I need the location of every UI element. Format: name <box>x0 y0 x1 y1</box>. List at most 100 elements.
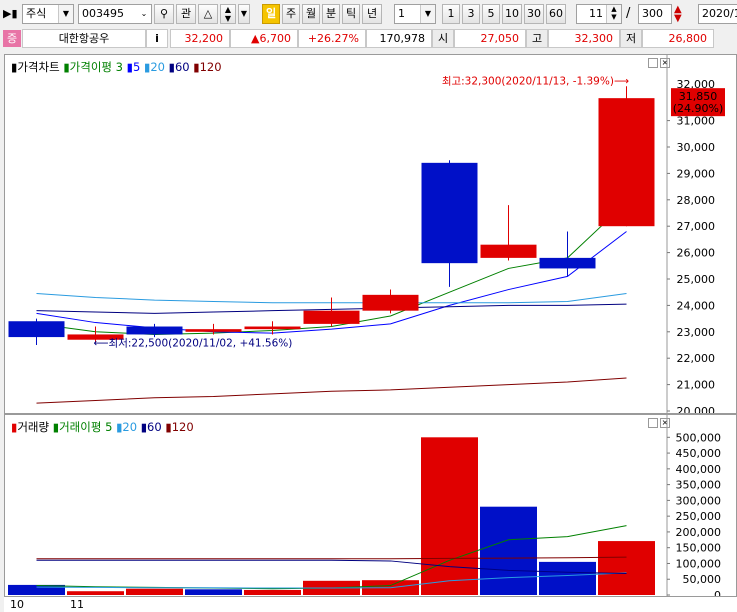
volume-bar <box>67 591 124 595</box>
volume-chart: 500,000 450,000 400,000 350,000 300,000 250,0… <box>8 415 722 596</box>
y-tick-label: 400,000 <box>676 463 722 476</box>
y-tick-label: 25,000 <box>677 273 716 286</box>
x-axis: 10 11 <box>4 597 737 612</box>
search-button[interactable]: ⚲ <box>154 4 174 24</box>
period-week-label: 주 <box>285 7 297 20</box>
candle-body <box>421 162 478 264</box>
period-month-button[interactable]: 월 <box>302 4 320 24</box>
interval-1-label: 1 <box>447 7 455 20</box>
date-input[interactable]: 2020/1 <box>698 4 737 24</box>
period-minute-label: 분 <box>325 7 337 20</box>
watch-button[interactable]: 관 <box>176 4 196 24</box>
interval-60-button[interactable]: 60 <box>546 4 566 24</box>
spin-arrows-icon[interactable]: ▲ ▼ <box>606 5 621 23</box>
interval-30-button[interactable]: 30 <box>524 4 544 24</box>
y-tick-label: 50,000 <box>683 573 722 586</box>
market-label: 주식 <box>26 7 47 20</box>
interval-value: 1 <box>398 7 405 20</box>
y-tick-label: 450,000 <box>676 447 722 460</box>
y-tick-label: 250,000 <box>676 510 722 523</box>
y-tick-label: 27,000 <box>677 220 716 233</box>
history-dropdown[interactable]: ▼ <box>238 4 250 24</box>
x-label-11: 11 <box>70 598 84 611</box>
price-chart: 31,000 30,000 29,000 28,000 27,000 26,000 25,0… <box>8 55 725 413</box>
period-month-label: 월 <box>305 7 317 20</box>
period-week-button[interactable]: 주 <box>282 4 300 24</box>
market-select[interactable]: 주식 ▼ <box>22 4 74 24</box>
interval-10-label: 10 <box>505 7 519 20</box>
interval-3-label: 3 <box>467 7 475 20</box>
y-tick-label: 0 <box>714 589 721 596</box>
candle-body <box>539 257 596 269</box>
y-tick-label: 23,000 <box>677 326 716 339</box>
x-label-10: 10 <box>10 598 24 611</box>
y-tick-label: 500,000 <box>676 431 722 444</box>
interval-30-label: 30 <box>527 7 541 20</box>
period-tick-label: 틱 <box>345 7 357 20</box>
chevron-down-icon[interactable]: ▼ <box>420 5 435 23</box>
high-price: 32,300 <box>548 29 620 48</box>
interval-5-label: 5 <box>487 7 495 20</box>
period-year-button[interactable]: 년 <box>362 4 382 24</box>
grid-settings-icon[interactable]: ▲ ▼ <box>674 5 690 24</box>
interval-1-button[interactable]: 1 <box>442 4 460 24</box>
current-price: 32,200 <box>170 29 230 48</box>
chart-toolbar: ▶▮ 주식 ▼ 003495 ⌄ ⚲ 관 △ ▲ ▼ ▼ 일 주 월 분 틱 년 … <box>0 0 737 28</box>
interval-3-button[interactable]: 3 <box>462 4 480 24</box>
interval-60-label: 60 <box>549 7 563 20</box>
period-day-button[interactable]: 일 <box>262 4 280 24</box>
volume-value: 170,978 <box>366 29 432 48</box>
change-percent: +26.27% <box>298 29 366 48</box>
volume-bar <box>539 561 596 595</box>
open-price: 27,050 <box>454 29 526 48</box>
y-tick-label: 20,000 <box>677 405 716 413</box>
candle-body <box>185 329 242 332</box>
watch-label: 관 <box>180 7 192 20</box>
count-value: 11 <box>589 7 603 20</box>
y-tick-label: 300,000 <box>676 494 722 507</box>
y-tick-label: 28,000 <box>677 194 716 207</box>
interval-5-button[interactable]: 5 <box>482 4 500 24</box>
low-annotation: ⟵최저:22,500(2020/11/02, +41.56%) <box>94 337 293 349</box>
high-annotation: 최고:32,300(2020/11/13, -1.39%)⟶ <box>442 75 629 87</box>
candle-body <box>303 310 360 324</box>
volume-bar <box>480 506 537 595</box>
price-chart-panel[interactable]: ▮가격차트 ▮가격이평 3 ▮5 ▮20 ▮60 ▮120 × 31,000 30… <box>4 54 737 414</box>
y-tick-label: 21,000 <box>677 379 716 392</box>
chevron-down-icon[interactable]: ▼ <box>58 5 73 23</box>
total-count-input[interactable]: 300 <box>638 4 672 24</box>
volume-bar <box>244 589 301 595</box>
low-price: 26,800 <box>642 29 714 48</box>
volume-bar <box>598 541 655 595</box>
ma-line-120 <box>36 377 627 404</box>
info-button[interactable]: i <box>146 29 168 48</box>
interval-10-button[interactable]: 10 <box>502 4 522 24</box>
price-change: ▲6,700 <box>230 29 298 48</box>
y-tick-label: 200,000 <box>676 526 722 539</box>
total-count-value: 300 <box>642 7 663 20</box>
y-tick-label: 150,000 <box>676 542 722 555</box>
stock-code-input[interactable]: 003495 ⌄ <box>78 4 152 24</box>
volume-chart-panel[interactable]: ▮거래량 ▮거래이평 5 ▮20 ▮60 ▮120 × 500,000 450,0… <box>4 414 737 597</box>
period-year-label: 년 <box>366 7 378 20</box>
period-tick-button[interactable]: 틱 <box>342 4 360 24</box>
candle-body <box>8 321 65 338</box>
menu-arrow-icon[interactable]: ▶▮ <box>3 7 18 21</box>
y-tick-label: 350,000 <box>676 479 722 492</box>
scroll-up-down-button[interactable]: ▲ ▼ <box>220 4 236 24</box>
candle-body <box>598 98 655 227</box>
candle-body <box>480 244 537 258</box>
interval-select[interactable]: 1 ▼ <box>394 4 436 24</box>
chevron-down-icon[interactable]: ⌄ <box>137 5 151 23</box>
current-pct-label: (24.90%) <box>673 102 724 115</box>
y-tick-label: 31,000 <box>677 115 716 128</box>
y-tick-label: 29,000 <box>677 167 716 180</box>
volume-bar <box>185 589 242 595</box>
period-minute-button[interactable]: 분 <box>322 4 340 24</box>
count-input[interactable]: 11 ▲ ▼ <box>576 4 622 24</box>
order-button[interactable]: △ <box>198 4 218 24</box>
y-tick-label: 30,000 <box>677 141 716 154</box>
high-label: 고 <box>526 29 548 48</box>
stock-code-value: 003495 <box>82 7 124 20</box>
candle-body <box>244 326 301 330</box>
